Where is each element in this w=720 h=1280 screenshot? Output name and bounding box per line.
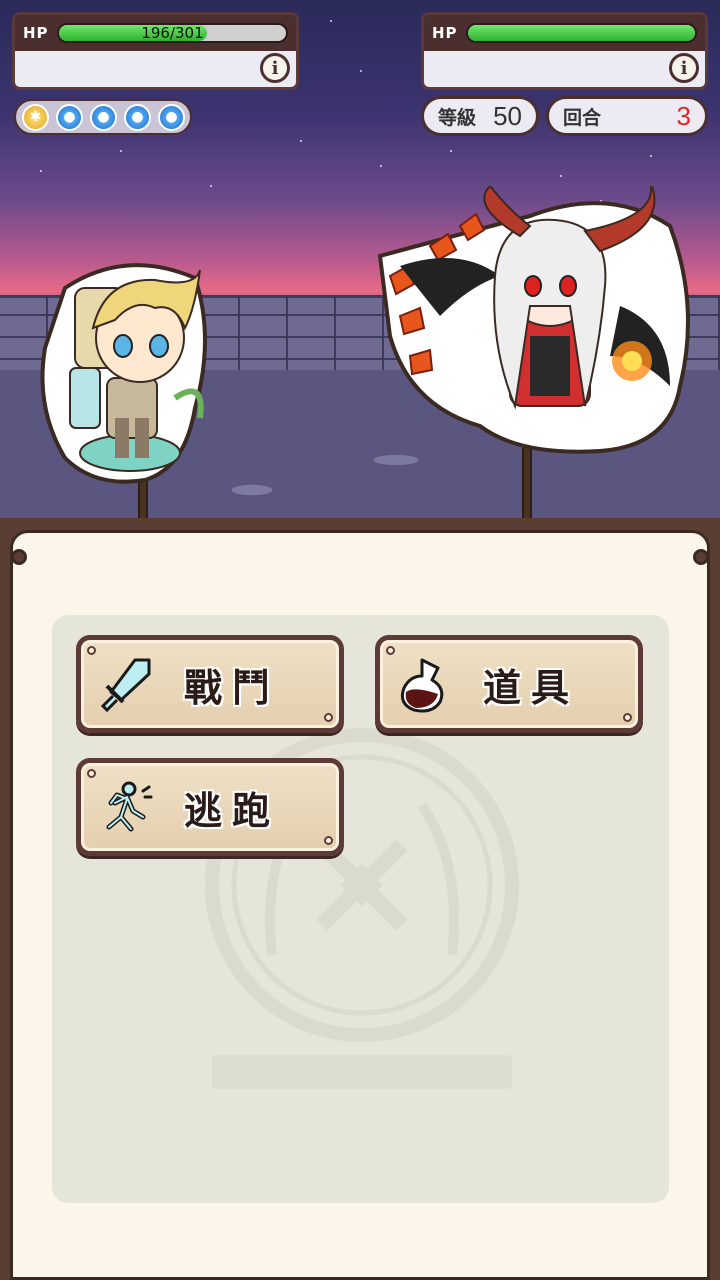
escape-button[interactable]: 逃跑: [76, 758, 344, 856]
panel-rivet: [11, 549, 27, 565]
fight-label: 戰鬥: [183, 665, 280, 710]
water-orb-icon: ●: [124, 103, 151, 131]
round-label: 回合: [563, 106, 602, 129]
enemy-character: [377, 186, 690, 454]
button-rivet: [87, 646, 96, 655]
enemy-hp-label: HP: [432, 24, 458, 42]
running-person-icon: [106, 781, 153, 832]
command-area: 戰鬥 道具 逃跑: [52, 615, 669, 1203]
button-rivet: [386, 646, 395, 655]
command-panel: 戰鬥 道具 逃跑: [0, 518, 720, 1280]
item-button[interactable]: 道具: [375, 635, 643, 733]
round-badge: 回合 3: [546, 96, 708, 136]
enemy-hp-bar: [466, 23, 697, 43]
enemy-hp-row: HP: [424, 15, 705, 51]
battle-scene: HP 196/301 i HP i ✱ ● ● ● ● 等級 50 回合 3: [0, 0, 720, 520]
enemy-info-icon[interactable]: i: [669, 53, 699, 83]
player-character: [40, 263, 207, 484]
level-value: 50: [493, 100, 522, 131]
water-orb-icon: ●: [90, 103, 117, 131]
button-rivet: [87, 769, 96, 778]
energy-orbs: ✱ ● ● ● ●: [14, 99, 192, 135]
button-rivet: [324, 713, 333, 722]
enemy-level-badge: 等級 50: [421, 96, 539, 136]
panel-rivet: [693, 549, 709, 565]
water-orb-icon: ●: [158, 103, 185, 131]
sun-orb-icon: ✱: [22, 103, 49, 131]
enemy-hp-fill: [468, 25, 695, 41]
level-label: 等級: [438, 106, 477, 129]
player-hp-text: 196/301: [141, 24, 204, 42]
player-hp-label: HP: [23, 24, 49, 42]
item-label: 道具: [482, 665, 579, 710]
player-hp-row: HP 196/301: [15, 15, 296, 51]
escape-label: 逃跑: [183, 788, 280, 833]
player-hp-bar: 196/301: [57, 23, 288, 43]
potion-icon: [400, 658, 444, 713]
sword-icon: [100, 658, 151, 713]
button-rivet: [623, 713, 632, 722]
button-rivet: [324, 836, 333, 845]
player-status-panel: HP 196/301 i: [12, 12, 299, 90]
enemy-status-panel: HP i: [421, 12, 708, 90]
water-orb-icon: ●: [56, 103, 83, 131]
fight-button[interactable]: 戰鬥: [76, 635, 344, 733]
player-info-icon[interactable]: i: [260, 53, 290, 83]
round-value: 3: [676, 100, 691, 131]
